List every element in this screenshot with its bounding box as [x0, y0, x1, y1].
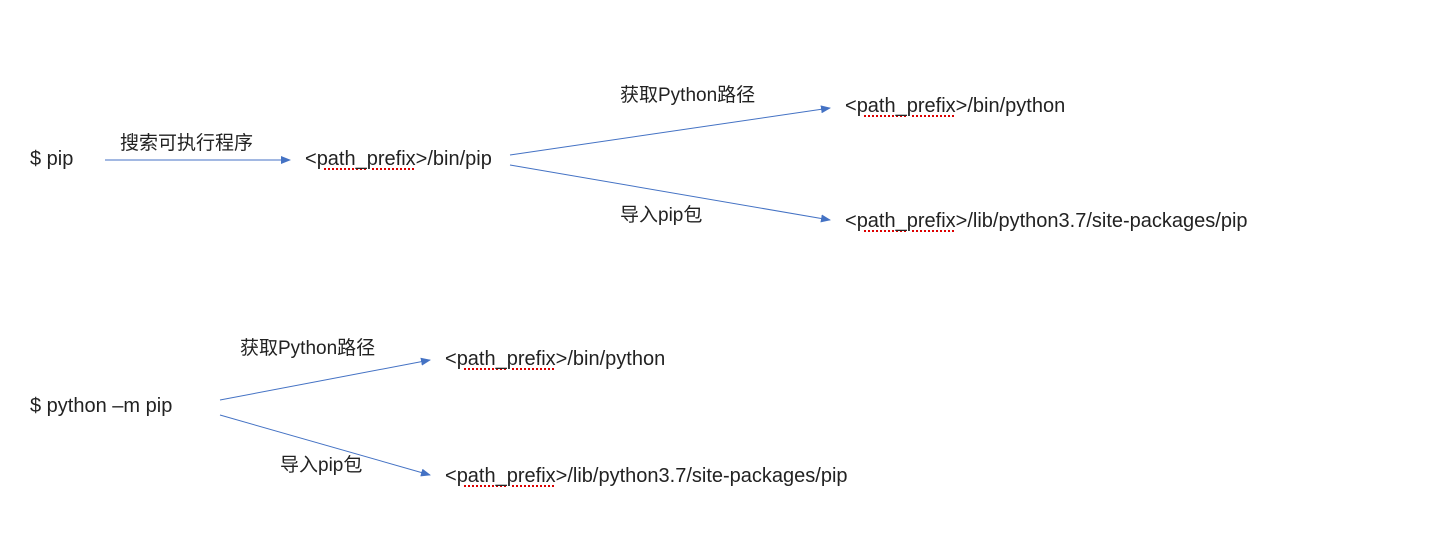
d1-arrow3-label: 导入pip包 — [620, 200, 702, 227]
d2-result2-prefix: path_prefix — [457, 465, 556, 487]
d1-mid-node: <path_prefix>/bin/pip — [305, 148, 492, 171]
d1-start-node: $ pip — [30, 148, 73, 171]
d2-result1-prefix: path_prefix — [457, 348, 556, 370]
d1-result1-suffix: /bin/python — [967, 95, 1065, 117]
d1-result2-suffix: /lib/python3.7/site-packages/pip — [967, 210, 1247, 232]
d1-arrow2-label: 获取Python路径 — [620, 80, 755, 107]
d2-start-node: $ python –m pip — [30, 395, 172, 418]
d1-result2-prefix: path_prefix — [857, 210, 956, 232]
d2-result2-suffix: /lib/python3.7/site-packages/pip — [567, 465, 847, 487]
d2-arrow1-label: 获取Python路径 — [240, 333, 375, 360]
d2-result1-suffix: /bin/python — [567, 348, 665, 370]
d2-result1-node: <path_prefix>/bin/python — [445, 348, 665, 371]
d2-arrow2-label: 导入pip包 — [280, 450, 362, 477]
d2-result2-node: <path_prefix>/lib/python3.7/site-package… — [445, 465, 848, 488]
d1-result1-prefix: path_prefix — [857, 95, 956, 117]
d1-mid-suffix: /bin/pip — [427, 148, 492, 170]
d1-result1-node: <path_prefix>/bin/python — [845, 95, 1065, 118]
d1-mid-prefix: path_prefix — [317, 148, 416, 170]
d1-arrow1-label: 搜索可执行程序 — [120, 128, 253, 155]
d1-result2-node: <path_prefix>/lib/python3.7/site-package… — [845, 210, 1248, 233]
